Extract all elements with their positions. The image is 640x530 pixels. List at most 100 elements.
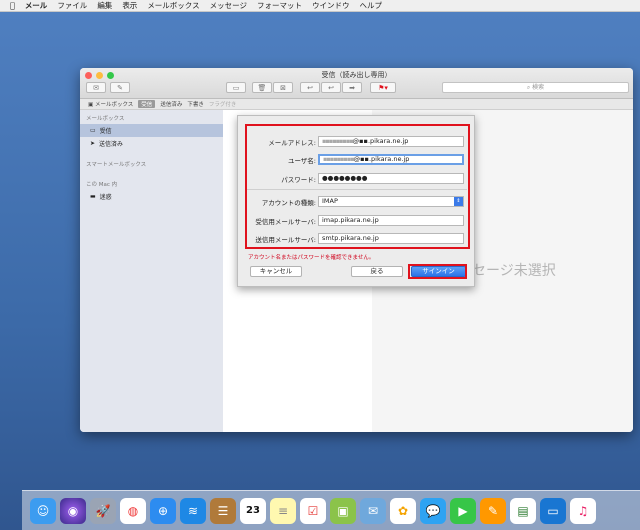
sidebar-item-junk[interactable]: ▬ 迷惑 bbox=[80, 190, 223, 203]
chrome-icon[interactable]: ◍ bbox=[120, 497, 146, 524]
wifi-icon[interactable]: ≋ bbox=[180, 497, 206, 524]
reply-button[interactable]: ↩ bbox=[300, 82, 320, 93]
contacts-icon[interactable]: ☰ bbox=[210, 497, 236, 524]
mail-stamp-icon[interactable]: ✉ bbox=[360, 497, 386, 524]
forward-button[interactable]: ➡ bbox=[342, 82, 362, 93]
search-icon: ⌕ bbox=[526, 84, 531, 91]
mailbox-sidebar: メールボックス ▭ 受信 ➤ 送信済み スマートメールボックス この Mac 内 ▬… bbox=[80, 110, 224, 432]
incoming-server-label: 受信用メールサーバ: bbox=[255, 217, 316, 226]
reply-icon: ↩ bbox=[307, 83, 313, 92]
menu-mailbox[interactable]: メールボックス bbox=[147, 0, 199, 11]
sent-icon: ➤ bbox=[90, 140, 96, 147]
calendar-icon[interactable]: 23 bbox=[240, 497, 266, 524]
get-mail-button[interactable]: ✉ bbox=[86, 82, 106, 93]
username-field[interactable]: ▪▪▪▪▪▪▪▪▪@▪▪.pikara.ne.jp bbox=[318, 154, 464, 165]
incoming-server-field[interactable]: imap.pikara.ne.jp bbox=[318, 215, 464, 226]
account-type-row: アカウントの種類: IMAP ⇕ bbox=[238, 196, 464, 207]
trash-icon: 🗑 bbox=[257, 83, 267, 92]
menu-edit[interactable]: 編集 bbox=[97, 0, 112, 11]
folder-icon: ▬ bbox=[90, 193, 96, 200]
reply-all-button[interactable]: ↩ bbox=[321, 82, 341, 93]
account-type-value: IMAP bbox=[322, 197, 338, 205]
outgoing-server-row: 送信用メールサーバ: smtp.pikara.ne.jp bbox=[238, 233, 464, 244]
finder-icon[interactable]: ☺ bbox=[30, 497, 56, 524]
search-field[interactable]: ⌕ 検索 bbox=[442, 82, 629, 93]
password-row: パスワード: ●●●●●●●● bbox=[238, 173, 464, 184]
favorites-inbox[interactable]: 受信 bbox=[138, 100, 156, 108]
favorites-mailboxes-label: メールボックス bbox=[94, 102, 134, 108]
compose-button[interactable]: ✎ bbox=[110, 82, 130, 93]
preview-icon[interactable]: ▣ bbox=[330, 497, 356, 524]
junk-button[interactable]: ⊠ bbox=[273, 82, 293, 93]
username-field-value: @▪▪.pikara.ne.jp bbox=[353, 155, 410, 163]
delete-button[interactable]: 🗑 bbox=[252, 82, 272, 93]
photos-icon[interactable]: ✿ bbox=[390, 497, 416, 524]
username-label: ユーザ名: bbox=[287, 156, 316, 165]
account-type-select[interactable]: IMAP ⇕ bbox=[318, 196, 464, 207]
back-button[interactable]: 戻る bbox=[351, 266, 403, 277]
favorites-mailboxes[interactable]: ▣ メールボックス bbox=[88, 100, 133, 108]
password-label: パスワード: bbox=[281, 175, 316, 184]
menu-bar:  メール ファイル 編集 表示 メールボックス メッセージ フォーマット ウイ… bbox=[0, 0, 640, 12]
cancel-button[interactable]: キャンセル bbox=[250, 266, 302, 277]
inbox-icon: ▭ bbox=[90, 127, 96, 134]
sidebar-item-inbox-label: 受信 bbox=[99, 128, 112, 135]
username-row: ユーザ名: ▪▪▪▪▪▪▪▪▪@▪▪.pikara.ne.jp bbox=[238, 154, 464, 165]
pages-icon[interactable]: ✎ bbox=[480, 497, 506, 524]
envelope-icon: ✉ bbox=[93, 83, 99, 92]
favorites-sent[interactable]: 送信済み bbox=[160, 100, 182, 108]
no-message-label: セージ未選択 bbox=[472, 263, 556, 279]
junk-icon: ⊠ bbox=[280, 83, 286, 92]
numbers-icon[interactable]: ▤ bbox=[510, 497, 536, 524]
account-type-label: アカウントの種類: bbox=[261, 198, 316, 207]
forward-icon: ➡ bbox=[349, 83, 355, 92]
reminders-icon[interactable]: ☑ bbox=[300, 497, 326, 524]
sign-in-button[interactable]: サインイン bbox=[411, 266, 466, 277]
outgoing-server-label: 送信用メールサーバ: bbox=[255, 235, 316, 244]
itunes-icon[interactable]: ♫ bbox=[570, 497, 596, 524]
launchpad-icon[interactable]: 🚀 bbox=[90, 497, 116, 524]
email-row: メールアドレス: ▪▪▪▪▪▪▪▪▪@▪▪.pikara.ne.jp bbox=[238, 136, 464, 147]
archive-button[interactable]: ▭ bbox=[226, 82, 246, 93]
email-field[interactable]: ▪▪▪▪▪▪▪▪▪@▪▪.pikara.ne.jp bbox=[318, 136, 464, 147]
keynote-icon[interactable]: ▭ bbox=[540, 497, 566, 524]
favorites-drafts[interactable]: 下書き bbox=[187, 100, 204, 108]
favorites-flagged[interactable]: フラグ付き bbox=[209, 100, 237, 108]
window-title: 受信（読み出し専用） bbox=[321, 71, 392, 79]
facetime-icon[interactable]: ▶ bbox=[450, 497, 476, 524]
username-masked-part: ▪▪▪▪▪▪▪▪▪ bbox=[323, 155, 355, 163]
siri-icon[interactable]: ◉ bbox=[60, 497, 86, 524]
sheet-divider bbox=[247, 189, 467, 190]
safari-icon[interactable]: ⊕ bbox=[150, 497, 176, 524]
notes-icon[interactable]: ≡ bbox=[270, 497, 296, 524]
favorites-bar: ▣ メールボックス 受信 送信済み 下書き フラグ付き bbox=[80, 99, 633, 110]
sidebar-item-inbox[interactable]: ▭ 受信 bbox=[80, 124, 223, 137]
sidebar-section-smart: スマートメールボックス bbox=[86, 162, 147, 168]
sidebar-item-sent[interactable]: ➤ 送信済み bbox=[80, 137, 223, 150]
password-field[interactable]: ●●●●●●●● bbox=[318, 173, 464, 184]
error-message: アカウント名またはパスワードを確認できません。 bbox=[248, 255, 375, 261]
messages-icon[interactable]: 💬 bbox=[420, 497, 446, 524]
sidebar-item-sent-label: 送信済み bbox=[99, 141, 124, 148]
window-toolbar: 受信（読み出し専用） ✉ ✎ ▭ 🗑 ⊠ ↩ ↩ ➡ ⚑▾ ⌕ 検索 bbox=[80, 68, 633, 99]
reply-all-icon: ↩ bbox=[328, 83, 334, 92]
apple-menu-icon[interactable]:  bbox=[10, 1, 15, 10]
sidebar-section-mailboxes: メールボックス bbox=[86, 116, 125, 122]
search-placeholder: 検索 bbox=[532, 84, 545, 91]
sidebar-item-junk-label: 迷惑 bbox=[99, 194, 112, 201]
menu-help[interactable]: ヘルプ bbox=[359, 0, 382, 11]
dock: ☺ ◉ 🚀 ◍ ⊕ ≋ ☰ 23 ≡ ☑ ▣ ✉ ✿ 💬 ▶ ✎ ▤ ▭ ♫ bbox=[22, 490, 640, 530]
menu-message[interactable]: メッセージ bbox=[210, 0, 247, 11]
menu-view[interactable]: 表示 bbox=[122, 0, 137, 11]
menu-format[interactable]: フォーマット bbox=[257, 0, 302, 11]
flag-button[interactable]: ⚑▾ bbox=[370, 82, 396, 93]
menu-window[interactable]: ウインドウ bbox=[312, 0, 350, 11]
account-setup-sheet: メールアドレス: ▪▪▪▪▪▪▪▪▪@▪▪.pikara.ne.jp ユーザ名:… bbox=[237, 115, 475, 287]
flag-icon: ⚑▾ bbox=[378, 83, 388, 92]
email-masked-part: ▪▪▪▪▪▪▪▪▪ bbox=[322, 137, 354, 145]
calendar-day: 23 bbox=[246, 505, 260, 516]
menu-file[interactable]: ファイル bbox=[57, 0, 87, 11]
compose-icon: ✎ bbox=[117, 83, 123, 92]
menu-app-mail[interactable]: メール bbox=[25, 0, 48, 11]
outgoing-server-field[interactable]: smtp.pikara.ne.jp bbox=[318, 233, 464, 244]
